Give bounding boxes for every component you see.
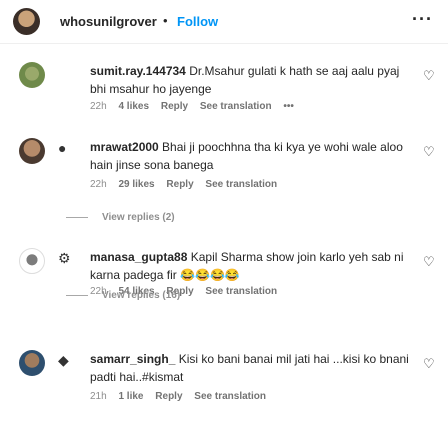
follow-button[interactable]: Follow [177, 14, 218, 29]
avatar[interactable] [19, 248, 45, 274]
divider [66, 216, 88, 218]
divider [66, 294, 88, 296]
comment-text: sumit.ray.144734 Dr.Msahur gulati k hath… [90, 62, 410, 98]
decorative-icon: ● [58, 140, 67, 156]
comment-username[interactable]: mrawat2000 [90, 140, 162, 154]
see-translation-button[interactable]: See translation [200, 101, 272, 112]
avatar[interactable] [19, 138, 45, 164]
comment-text: samarr_singh_ Kisi ko bani banai mil jat… [90, 350, 410, 386]
view-replies-label[interactable]: View replies (16) [102, 290, 180, 301]
comment-likes[interactable]: 4 likes [118, 101, 149, 112]
comment-text: manasa_gupta88 Kapil Sharma show join ka… [90, 248, 410, 284]
comment-time: 22h [90, 179, 107, 190]
decorative-icon: ⚙ [58, 250, 71, 266]
separator-dot: • [163, 13, 168, 28]
see-translation-button[interactable]: See translation [194, 391, 266, 402]
see-translation-button[interactable]: See translation [205, 179, 277, 190]
avatar[interactable] [13, 8, 40, 35]
comment-meta: 22h 4 likes Reply See translation ••• [90, 101, 303, 112]
comment-likes[interactable]: 29 likes [118, 179, 154, 190]
view-replies-button[interactable]: View replies (16) [66, 290, 180, 301]
reply-button[interactable]: Reply [166, 179, 193, 190]
reply-button[interactable]: Reply [155, 391, 182, 402]
see-translation-button[interactable]: See translation [205, 286, 277, 297]
comment-text: mrawat2000 Bhai ji poochhna tha ki kya y… [90, 138, 410, 174]
comment-meta: 22h 29 likes Reply See translation [90, 179, 286, 190]
comment-meta: 21h 1 like Reply See translation [90, 391, 275, 402]
heart-icon[interactable]: ♡ [423, 68, 435, 84]
post-header: whosunilgrover • Follow ··· [0, 0, 448, 44]
avatar[interactable] [19, 62, 45, 88]
comment-username[interactable]: samarr_singh_ [90, 352, 179, 366]
comment-time: 21h [90, 391, 107, 402]
decorative-icon: ◆ [58, 352, 69, 368]
heart-icon[interactable]: ♡ [423, 356, 435, 372]
view-replies-button[interactable]: View replies (2) [66, 212, 175, 223]
view-replies-label[interactable]: View replies (2) [102, 212, 175, 223]
avatar[interactable] [19, 350, 45, 376]
comment-time: 22h [90, 101, 107, 112]
heart-icon[interactable]: ♡ [423, 254, 435, 270]
comment-likes[interactable]: 1 like [118, 391, 143, 402]
more-horizontal-icon[interactable]: ··· [412, 9, 433, 30]
comment-options-icon[interactable]: ••• [283, 101, 294, 112]
reply-button[interactable]: Reply [161, 101, 188, 112]
comment-username[interactable]: manasa_gupta88 [90, 250, 191, 264]
comment-username[interactable]: sumit.ray.144734 [90, 64, 189, 78]
post-username[interactable]: whosunilgrover [60, 14, 157, 29]
heart-icon[interactable]: ♡ [423, 144, 435, 160]
